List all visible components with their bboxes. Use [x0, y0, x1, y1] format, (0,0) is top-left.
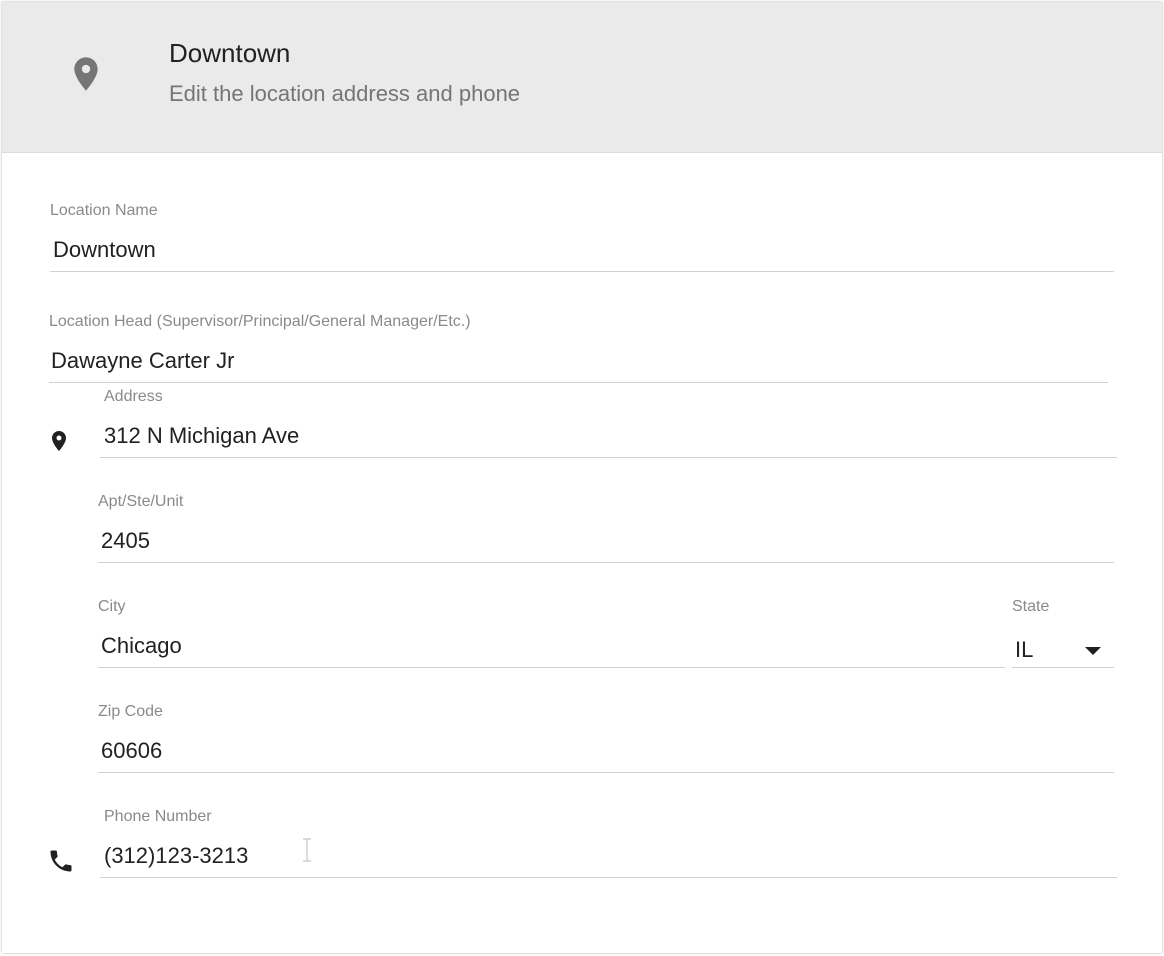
location-head-label: Location Head (Supervisor/Principal/Gene…	[49, 313, 471, 330]
zip-input[interactable]: 60606	[101, 738, 162, 764]
page-subtitle: Edit the location address and phone	[169, 81, 521, 106]
location-name-underline	[50, 271, 1114, 272]
phone-underline	[100, 877, 1117, 878]
card-header: Downtown Edit the location address and p…	[2, 2, 1162, 153]
city-underline	[98, 667, 1005, 668]
page-title: Downtown	[169, 38, 291, 68]
state-select[interactable]: IL	[1015, 637, 1033, 663]
location-pin-icon	[74, 57, 98, 91]
address-input[interactable]: 312 N Michigan Ave	[104, 423, 299, 449]
location-name-input[interactable]: Downtown	[53, 237, 156, 263]
apt-label: Apt/Ste/Unit	[98, 493, 184, 510]
location-edit-card: Downtown Edit the location address and p…	[2, 2, 1162, 953]
zip-underline	[98, 772, 1114, 773]
location-name-label: Location Name	[50, 202, 158, 219]
phone-input[interactable]: (312)123-3213	[104, 843, 248, 869]
address-label: Address	[104, 388, 163, 405]
address-underline	[100, 457, 1117, 458]
phone-icon	[50, 850, 72, 872]
state-label: State	[1012, 598, 1050, 615]
location-head-underline	[49, 382, 1108, 383]
text-cursor-icon	[303, 838, 311, 862]
dropdown-arrow-icon[interactable]	[1085, 647, 1101, 655]
state-underline	[1012, 667, 1114, 668]
city-label: City	[98, 598, 126, 615]
apt-input[interactable]: 2405	[101, 528, 150, 554]
city-input[interactable]: Chicago	[101, 633, 182, 659]
location-head-input[interactable]: Dawayne Carter Jr	[51, 348, 234, 374]
location-pin-icon	[52, 431, 66, 451]
apt-underline	[98, 562, 1114, 563]
zip-label: Zip Code	[98, 703, 163, 720]
phone-label: Phone Number	[104, 808, 212, 825]
